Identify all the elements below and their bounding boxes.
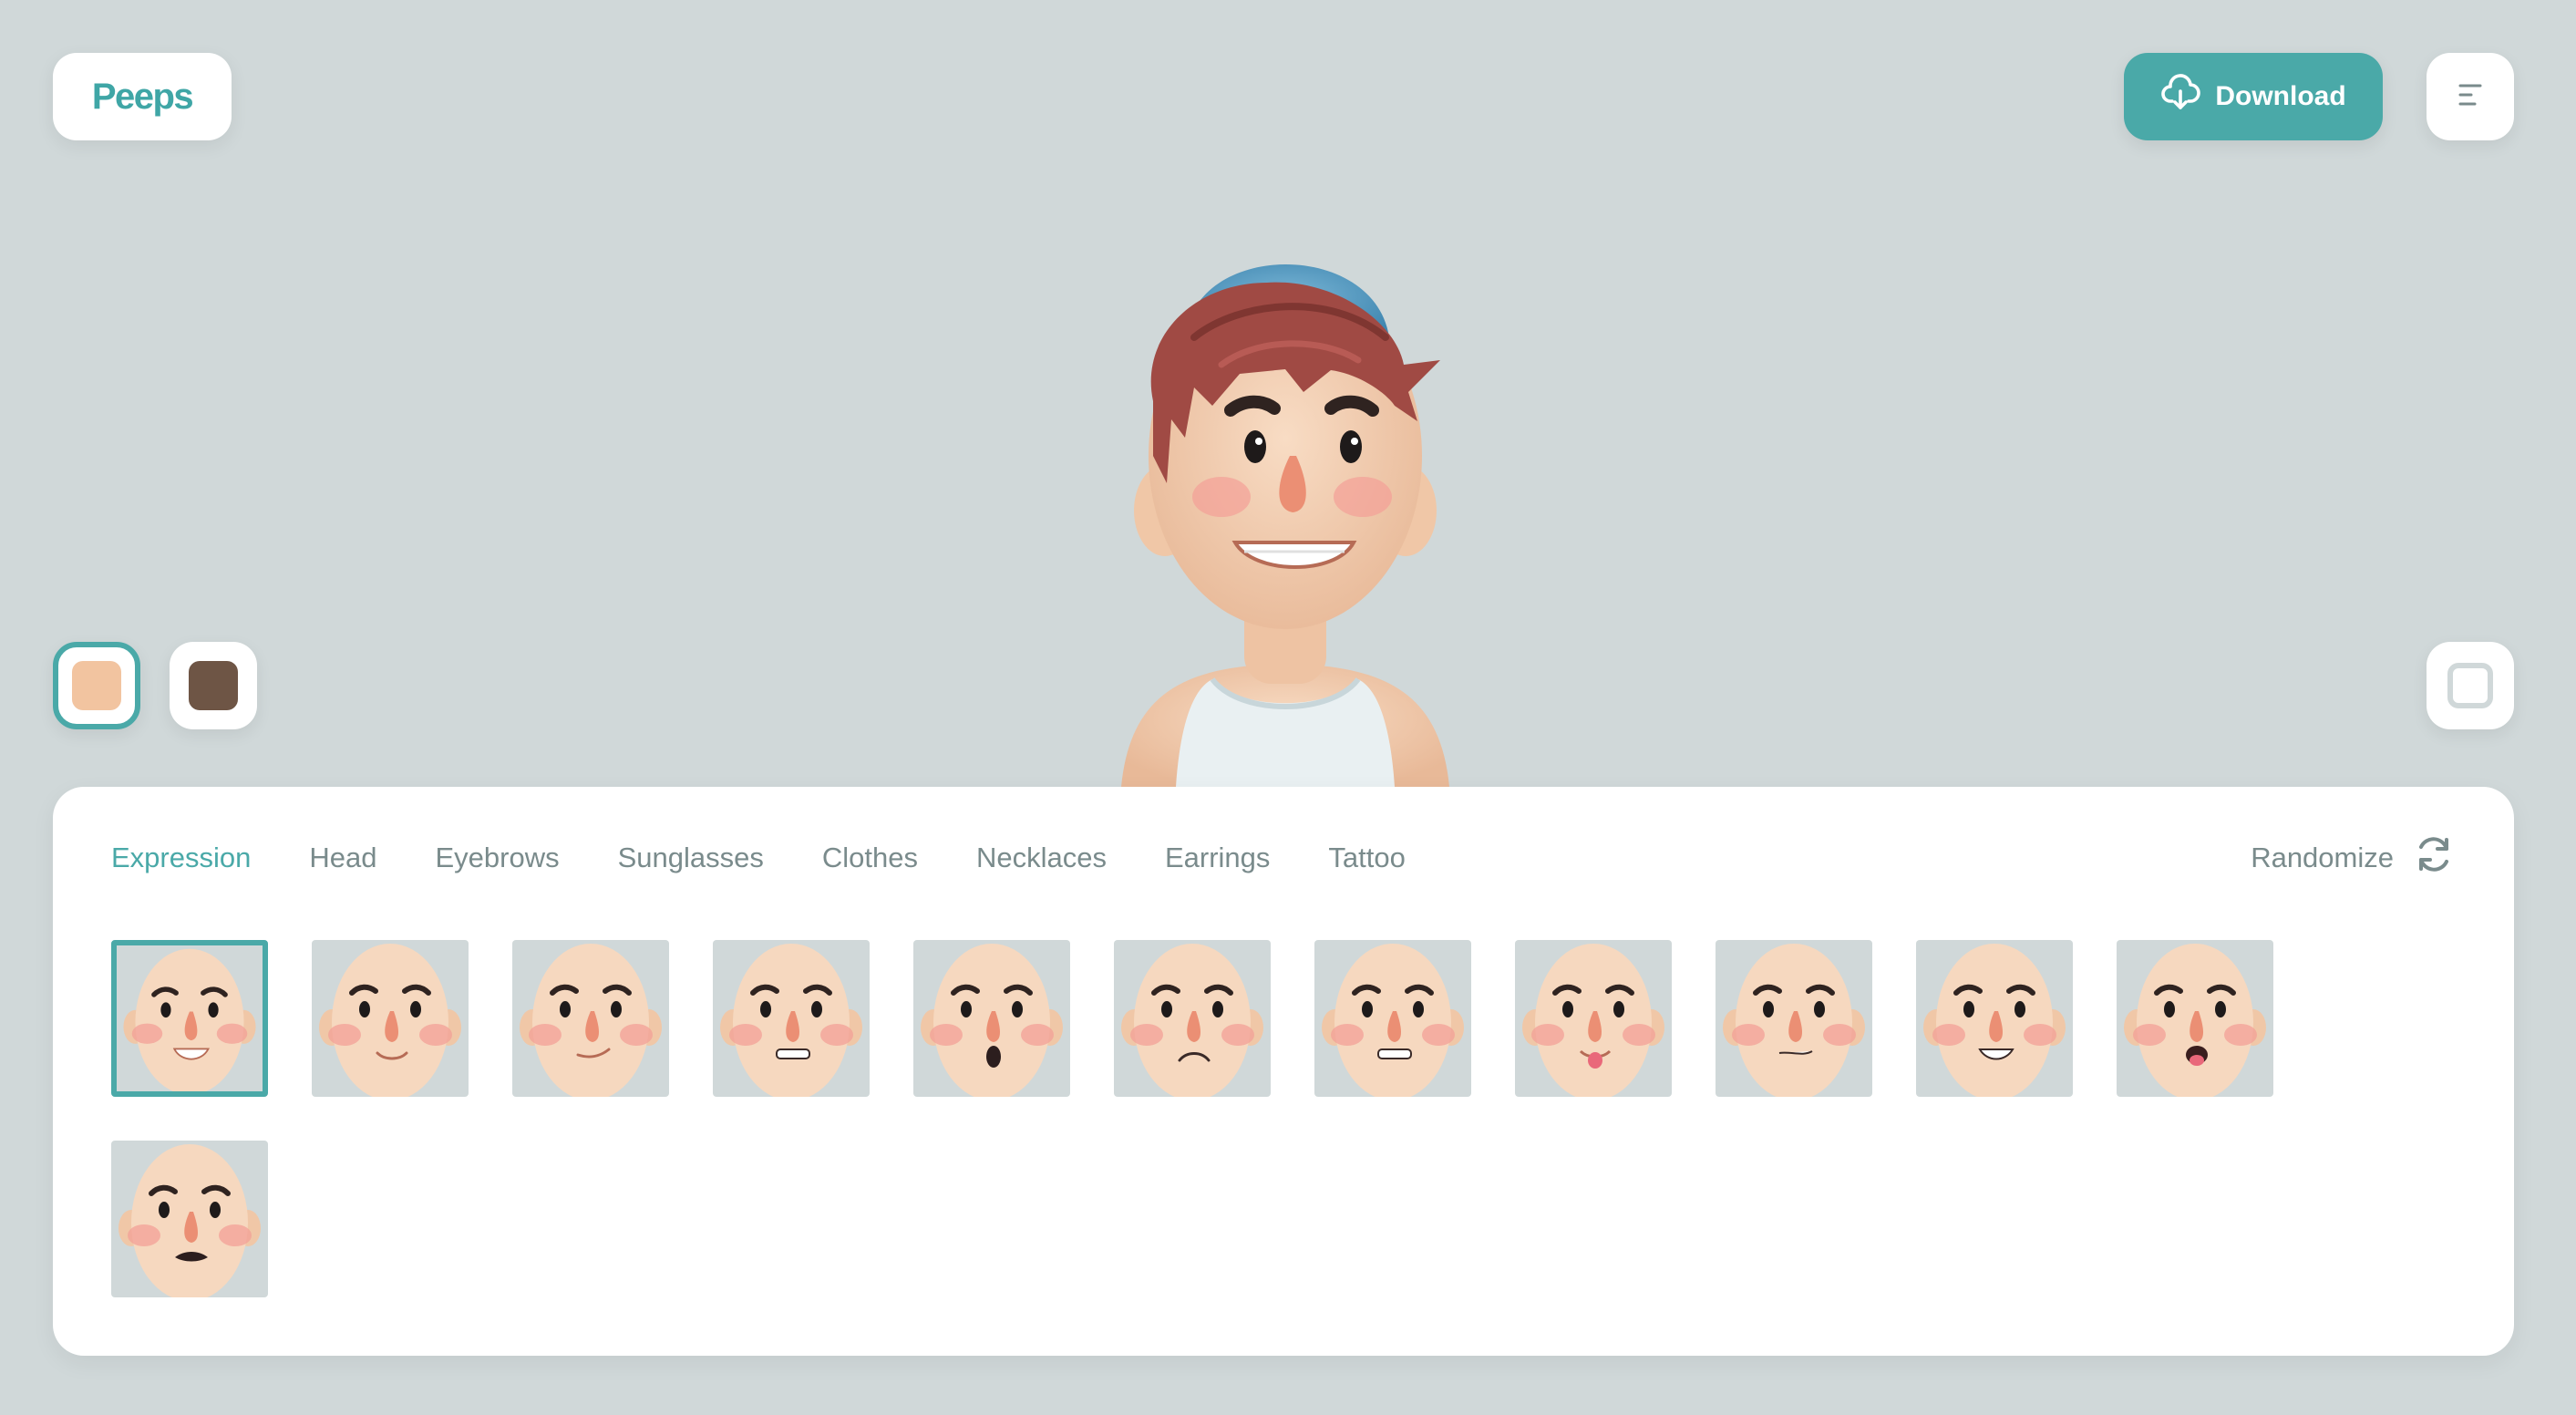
tab-tattoo[interactable]: Tattoo — [1328, 842, 1405, 874]
cloud-download-icon — [2160, 73, 2201, 120]
skin-tone-swatch — [189, 661, 238, 710]
download-label: Download — [2215, 81, 2346, 111]
expression-option-big-smile[interactable] — [111, 940, 268, 1097]
skin-tone-button[interactable] — [170, 642, 257, 729]
download-button[interactable]: Download — [2124, 53, 2383, 140]
category-tabs: Expression Head Eyebrows Sunglasses Clothes N… — [111, 842, 1406, 874]
expression-option-tongue[interactable] — [1515, 940, 1672, 1097]
tab-sunglasses[interactable]: Sunglasses — [618, 842, 764, 874]
expression-option-grimace[interactable] — [713, 940, 870, 1097]
expression-grid — [111, 940, 2463, 1297]
expression-option-surprised[interactable] — [913, 940, 1070, 1097]
avatar-preview — [1057, 182, 1513, 787]
tab-necklaces[interactable]: Necklaces — [976, 842, 1107, 874]
expression-option-lopsided[interactable] — [1716, 940, 1872, 1097]
expression-option-worried[interactable] — [111, 1141, 268, 1297]
randomize-label: Randomize — [2251, 842, 2394, 873]
skin-tone-swatch — [72, 661, 121, 710]
expression-option-smirk[interactable] — [512, 940, 669, 1097]
tab-earrings[interactable]: Earrings — [1165, 842, 1270, 874]
square-icon — [2447, 663, 2493, 708]
tab-eyebrows[interactable]: Eyebrows — [435, 842, 559, 874]
expression-option-grin[interactable] — [1916, 940, 2073, 1097]
expression-option-smile[interactable] — [312, 940, 469, 1097]
refresh-icon — [2412, 832, 2456, 883]
skin-tone-button[interactable] — [53, 642, 140, 729]
tab-expression[interactable]: Expression — [111, 842, 251, 874]
randomize-button[interactable]: Randomize — [2251, 832, 2456, 883]
logo[interactable]: Peeps — [53, 53, 232, 140]
customization-panel: Expression Head Eyebrows Sunglasses Clothes N… — [53, 787, 2514, 1356]
menu-icon — [2455, 79, 2486, 115]
expression-option-sad[interactable] — [1114, 940, 1271, 1097]
logo-text: Peeps — [91, 76, 194, 117]
tab-clothes[interactable]: Clothes — [822, 842, 918, 874]
menu-button[interactable] — [2427, 53, 2514, 140]
expression-option-open-tongue[interactable] — [2117, 940, 2273, 1097]
background-toggle-button[interactable] — [2427, 642, 2514, 729]
tab-head[interactable]: Head — [309, 842, 376, 874]
expression-option-teeth[interactable] — [1314, 940, 1471, 1097]
